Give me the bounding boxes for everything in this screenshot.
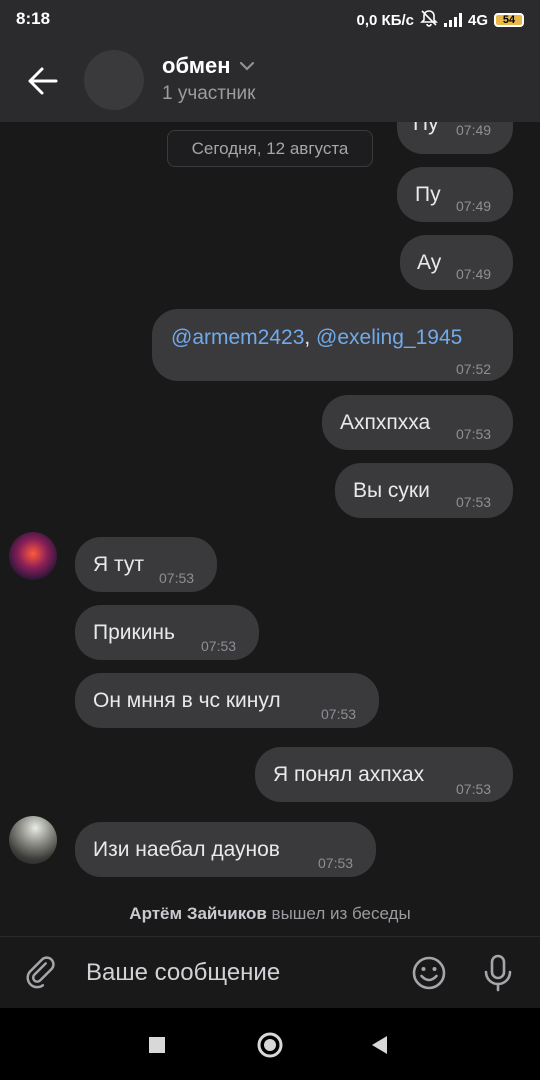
sender-avatar[interactable] [9, 532, 57, 580]
chat-title-text: обмен [162, 53, 231, 78]
message-text: Изи наебал даунов [93, 838, 280, 861]
nav-back-button[interactable] [369, 1034, 389, 1061]
microphone-icon [484, 954, 512, 992]
system-message-user[interactable]: Артём Зайчиков [129, 904, 267, 923]
message-outgoing[interactable]: Ахпхпхха 07:53 [322, 395, 513, 450]
system-message: Артём Зайчиков вышел из беседы [0, 904, 540, 924]
message-time: 07:49 [456, 198, 492, 214]
message-time: 07:53 [159, 570, 195, 586]
message-text: Вы суки [353, 479, 430, 502]
mute-bell-icon [420, 9, 438, 31]
message-time: 07:53 [456, 781, 492, 797]
recents-square-icon [149, 1037, 165, 1053]
home-circle-icon [257, 1032, 283, 1058]
chat-avatar[interactable] [84, 50, 144, 110]
message-outgoing[interactable]: Пу 07:49 [397, 167, 513, 222]
system-nav-bar [0, 1008, 540, 1080]
chat-subtitle: 1 участник [162, 83, 256, 104]
message-text: Я тут [93, 553, 144, 576]
signal-icon [443, 13, 462, 27]
message-text: Он мння в чс кинул [93, 689, 281, 712]
attach-button[interactable] [24, 955, 60, 991]
mention-link[interactable]: @exeling_1945 [316, 326, 462, 349]
message-incoming[interactable]: Я тут 07:53 [75, 537, 217, 592]
date-divider: Сегодня, 12 августа [167, 130, 373, 167]
message-time: 07:52 [456, 361, 492, 377]
home-button[interactable] [256, 1031, 284, 1064]
message-outgoing-mentions[interactable]: @armem2423, @exeling_1945 07:52 [152, 309, 513, 381]
chat-title[interactable]: обмен [162, 53, 255, 79]
message-incoming[interactable]: Изи наебал даунов 07:53 [75, 822, 376, 877]
message-outgoing[interactable]: Пу 07:49 [397, 122, 513, 154]
voice-message-button[interactable] [482, 953, 514, 993]
emoji-icon [412, 956, 446, 990]
back-arrow-icon [28, 67, 58, 95]
recents-button[interactable] [148, 1036, 166, 1059]
status-right: 0,0 КБ/с 4G 54 [357, 9, 524, 31]
message-time: 07:53 [318, 855, 354, 871]
sender-avatar[interactable] [9, 816, 57, 864]
message-time: 07:49 [456, 122, 492, 138]
message-text: Пу [415, 183, 441, 206]
net-speed: 0,0 КБ/с [356, 11, 414, 29]
chat-header: обмен 1 участник [0, 40, 540, 122]
message-text: @armem2423, @exeling_1945 [171, 326, 462, 350]
message-incoming[interactable]: Прикинь 07:53 [75, 605, 259, 660]
emoji-button[interactable] [411, 955, 447, 991]
message-time: 07:53 [201, 638, 237, 654]
status-time: 8:18 [16, 9, 51, 28]
network-type: 4G [467, 11, 488, 29]
mention-link[interactable]: @armem2423 [171, 326, 304, 349]
composer [0, 936, 540, 1009]
paperclip-icon [26, 956, 55, 989]
message-input[interactable] [86, 953, 386, 993]
chevron-down-icon [239, 61, 254, 71]
message-incoming[interactable]: Он мння в чс кинул 07:53 [75, 673, 379, 728]
message-outgoing[interactable]: Я понял ахпхах 07:53 [255, 747, 513, 802]
back-button[interactable] [24, 64, 62, 98]
system-message-action: вышел из беседы [266, 904, 411, 923]
message-outgoing[interactable]: Вы суки 07:53 [335, 463, 513, 518]
message-time: 07:53 [456, 426, 492, 442]
message-text: Я понял ахпхах [273, 763, 425, 786]
message-text: Прикинь [93, 621, 175, 644]
message-text: Ахпхпхха [340, 411, 431, 434]
message-time: 07:53 [456, 494, 492, 510]
mention-separator: , [304, 326, 317, 349]
message-time: 07:53 [321, 706, 357, 722]
message-outgoing[interactable]: Ау 07:49 [400, 235, 513, 290]
message-text: Пу [413, 122, 439, 135]
message-time: 07:49 [456, 266, 492, 282]
status-bar: 8:18 0,0 КБ/с 4G 54 [0, 0, 540, 40]
battery-level: 54 [502, 14, 516, 26]
message-text: Ау [417, 251, 442, 274]
battery-icon: 54 [494, 13, 524, 27]
back-triangle-icon [372, 1036, 387, 1054]
message-list: Пу 07:49 Сегодня, 12 августа Пу 07:49 Ау… [0, 122, 540, 936]
